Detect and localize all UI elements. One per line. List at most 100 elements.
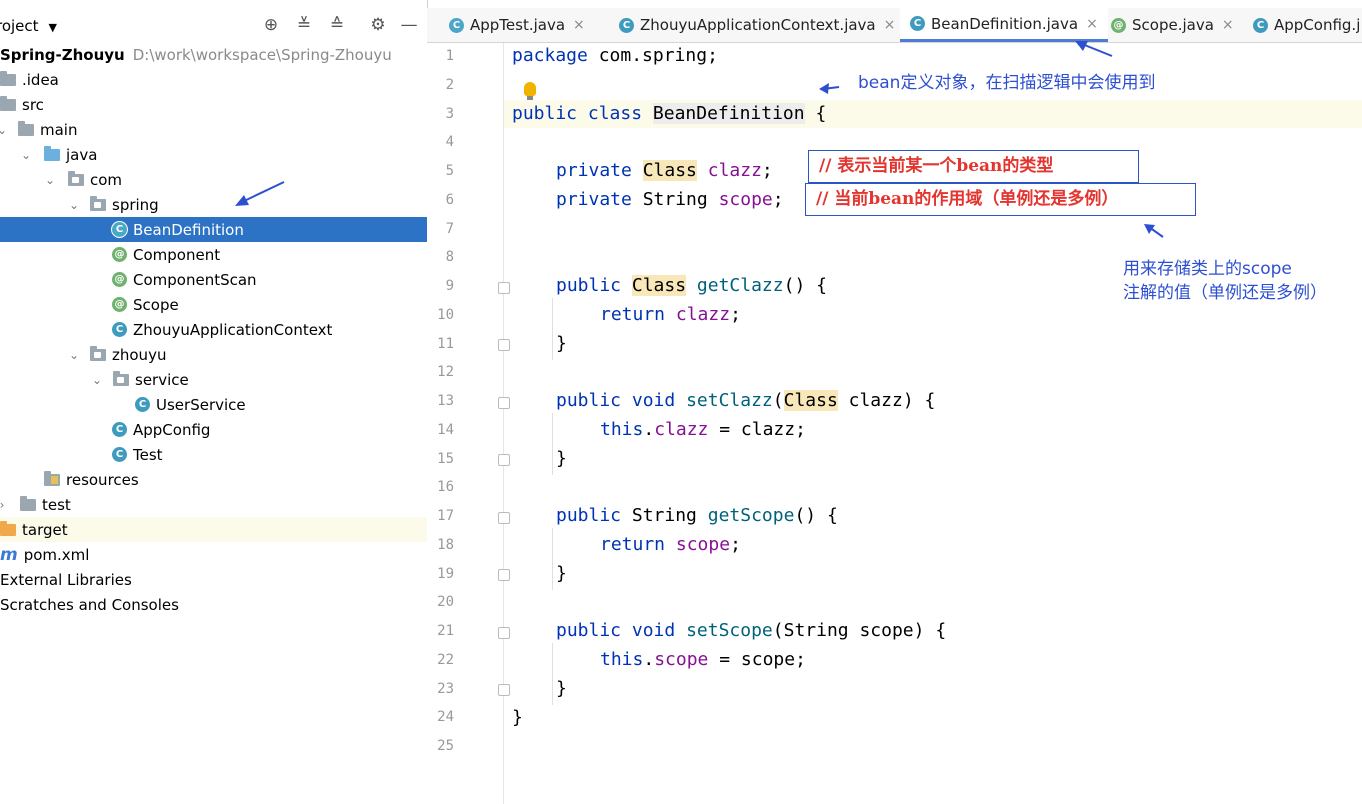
tree-item-resources[interactable]: resources	[0, 467, 427, 492]
tree-item-spring-zhouyu[interactable]: Spring-Zhouyu D:\work\workspace\Spring-Zh…	[0, 42, 427, 67]
annotation-icon: @	[1111, 17, 1126, 33]
gear-icon[interactable]: ⚙	[366, 14, 390, 36]
tree-item-label: service	[135, 370, 189, 389]
line-number: 7	[445, 220, 454, 237]
lightbulb-icon[interactable]	[524, 82, 536, 100]
tree-item-componentscan[interactable]: @ ComponentScan	[0, 267, 427, 292]
hide-icon[interactable]: —	[397, 14, 421, 36]
chevron-down-icon[interactable]: ⌄	[68, 348, 80, 362]
tab-appconfig[interactable]: C AppConfig.j	[1253, 8, 1360, 42]
class-icon: C	[135, 397, 150, 412]
fold-marker-icon[interactable]	[498, 454, 510, 466]
tree-item-label: main	[40, 120, 78, 139]
tree-item-spring[interactable]: ⌄ spring	[0, 192, 427, 217]
line-number: 12	[437, 364, 454, 381]
project-path-hint: D:\work\workspace\Spring-Zhouyu	[132, 45, 392, 64]
line-number: 8	[445, 249, 454, 266]
fold-marker-icon[interactable]	[498, 569, 510, 581]
tree-item-component[interactable]: @ Component	[0, 242, 427, 267]
tree-item-appconfig[interactable]: C AppConfig	[0, 417, 427, 442]
tree-item-beandefinition[interactable]: C BeanDefinition	[0, 217, 427, 242]
tree-item-main[interactable]: ⌄ main	[0, 117, 427, 142]
code-line-6: private String scope;	[556, 189, 784, 210]
code-line-19: }	[556, 563, 567, 584]
chevron-down-icon[interactable]: ⌄	[0, 123, 8, 137]
fold-marker-icon[interactable]	[498, 397, 510, 409]
class-icon: C	[1253, 17, 1268, 33]
close-icon[interactable]: ×	[1086, 16, 1098, 32]
folder-icon	[18, 120, 34, 136]
package-icon	[90, 345, 106, 361]
tree-item--idea[interactable]: .idea	[0, 67, 427, 92]
fold-marker-icon[interactable]	[498, 282, 510, 294]
tab-apptest[interactable]: C AppTest.java ×	[449, 8, 585, 42]
chevron-down-icon[interactable]: ▼	[49, 21, 57, 34]
line-number: 25	[437, 738, 454, 754]
indent-guide	[552, 413, 553, 475]
indent-guide	[552, 298, 553, 360]
panel-title[interactable]: roject ▼	[0, 17, 57, 35]
tree-item-label: UserService	[156, 395, 246, 414]
tree-item-external-libraries[interactable]: External Libraries	[0, 567, 427, 592]
project-panel: roject ▼ ⊕ ≚ ≙ ⚙ — Spring-Zhouyu D:\work\w…	[0, 0, 428, 804]
class-icon: C	[910, 16, 925, 31]
fold-marker-icon[interactable]	[498, 627, 510, 639]
code-line-21: public void setScope(String scope) {	[556, 620, 947, 641]
chevron-down-icon[interactable]: ⌄	[20, 148, 32, 162]
annotation-icon: @	[112, 297, 127, 312]
line-number: 11	[437, 335, 454, 352]
indent-guide	[552, 528, 553, 590]
code-line-17: public String getScope() {	[556, 505, 838, 526]
tree-item-scratches-and-consoles[interactable]: Scratches and Consoles	[0, 592, 427, 617]
tree-item-zhouyuapplicationcontext[interactable]: C ZhouyuApplicationContext	[0, 317, 427, 342]
maven-icon: m	[0, 544, 18, 565]
chevron-right-icon[interactable]: ›	[0, 498, 8, 512]
fold-marker-icon[interactable]	[498, 339, 510, 351]
close-icon[interactable]: ×	[573, 17, 585, 33]
tree-item-test[interactable]: C Test	[0, 442, 427, 467]
resources-folder-icon	[44, 470, 60, 486]
chevron-down-icon[interactable]: ⌄	[44, 173, 56, 187]
line-number: 16	[437, 479, 454, 496]
code-line-1: package com.spring;	[512, 45, 718, 66]
tab-scope[interactable]: @ Scope.java ×	[1111, 8, 1234, 42]
collapse-all-icon[interactable]: ≙	[325, 14, 349, 36]
line-number: 14	[437, 421, 454, 438]
tree-item-label: Scope	[133, 295, 179, 314]
line-number: 23	[437, 680, 454, 697]
line-number: 3	[445, 105, 454, 122]
fold-marker-icon[interactable]	[498, 684, 510, 696]
tree-item-label: zhouyu	[112, 345, 167, 364]
folder-icon	[20, 495, 36, 511]
close-icon[interactable]: ×	[1222, 17, 1234, 33]
line-number: 10	[437, 306, 454, 323]
locate-icon[interactable]: ⊕	[259, 14, 283, 36]
line-number: 21	[437, 623, 454, 639]
tree-item-scope[interactable]: @ Scope	[0, 292, 427, 317]
tree-item-test[interactable]: › test	[0, 492, 427, 517]
tree-item-label: ZhouyuApplicationContext	[133, 320, 333, 339]
code-line-9: public Class getClazz() {	[556, 275, 827, 296]
tab-beandefinition[interactable]: C BeanDefinition.java ×	[900, 8, 1108, 42]
fold-marker-icon[interactable]	[498, 512, 510, 524]
tree-item-src[interactable]: src	[0, 92, 427, 117]
code-line-22: this.scope = scope;	[600, 649, 806, 670]
code-line-15: }	[556, 448, 567, 469]
close-icon[interactable]: ×	[884, 17, 896, 33]
tab-zhouyuapplicationcontext[interactable]: C ZhouyuApplicationContext.java ×	[619, 8, 895, 42]
tab-label: AppConfig.j	[1274, 16, 1361, 34]
tree-item-pom-xml[interactable]: m pom.xml	[0, 542, 427, 567]
tree-item-service[interactable]: ⌄ service	[0, 367, 427, 392]
tree-item-userservice[interactable]: C UserService	[0, 392, 427, 417]
line-number: 6	[445, 191, 454, 208]
expand-all-icon[interactable]: ≚	[292, 14, 316, 36]
chevron-down-icon[interactable]: ⌄	[68, 198, 80, 212]
tree-item-target[interactable]: target	[0, 517, 427, 542]
tree-item-label: spring	[112, 195, 159, 214]
tree-item-com[interactable]: ⌄ com	[0, 167, 427, 192]
tab-label: ZhouyuApplicationContext.java	[640, 16, 876, 34]
code-editor[interactable]: 1 2 3 4 5 6 7 8 9 10 11 12 13 14 15 16 17 18 19 20 21 22 23 24 2…	[427, 43, 1362, 804]
chevron-down-icon[interactable]: ⌄	[91, 373, 103, 387]
tree-item-java[interactable]: ⌄ java	[0, 142, 427, 167]
tree-item-zhouyu[interactable]: ⌄ zhouyu	[0, 342, 427, 367]
